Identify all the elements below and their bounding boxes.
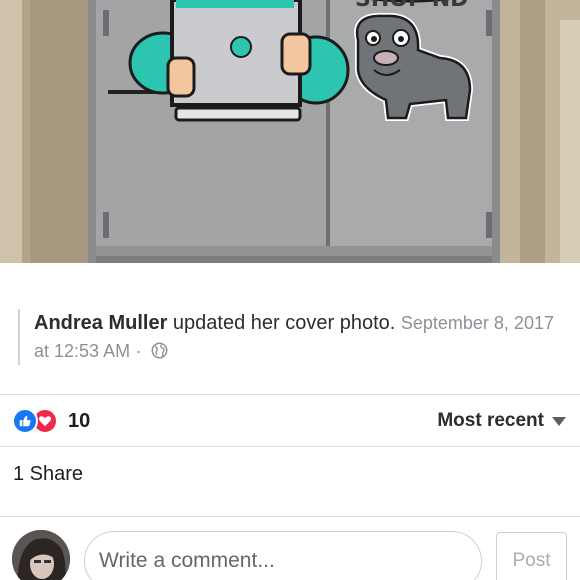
comment-input[interactable] — [84, 531, 482, 580]
painted-door-image: SHOP ND — [0, 0, 580, 263]
timestamp-separator: · — [135, 341, 142, 361]
post-action-text: updated her cover photo. — [172, 312, 396, 334]
author-name[interactable]: Andrea Muller — [34, 312, 167, 334]
sort-label: Most recent — [437, 410, 544, 431]
post-comment-button[interactable]: Post — [496, 532, 567, 580]
like-icon — [12, 408, 38, 434]
globe-icon[interactable] — [151, 342, 168, 359]
sort-comments-dropdown[interactable]: Most recent — [437, 410, 566, 432]
user-avatar[interactable] — [12, 530, 70, 580]
divider — [0, 446, 580, 447]
divider — [0, 516, 580, 517]
post-header: Andrea Muller updated her cover photo. S… — [18, 309, 558, 365]
divider — [0, 394, 580, 395]
reaction-count: 10 — [68, 409, 91, 432]
reactions-summary[interactable]: 10 — [12, 406, 90, 436]
svg-text:SHOP ND: SHOP ND — [355, 0, 468, 12]
cover-photo[interactable]: SHOP ND — [0, 0, 580, 263]
caret-down-icon — [552, 416, 566, 426]
share-count[interactable]: 1 Share — [13, 463, 83, 486]
